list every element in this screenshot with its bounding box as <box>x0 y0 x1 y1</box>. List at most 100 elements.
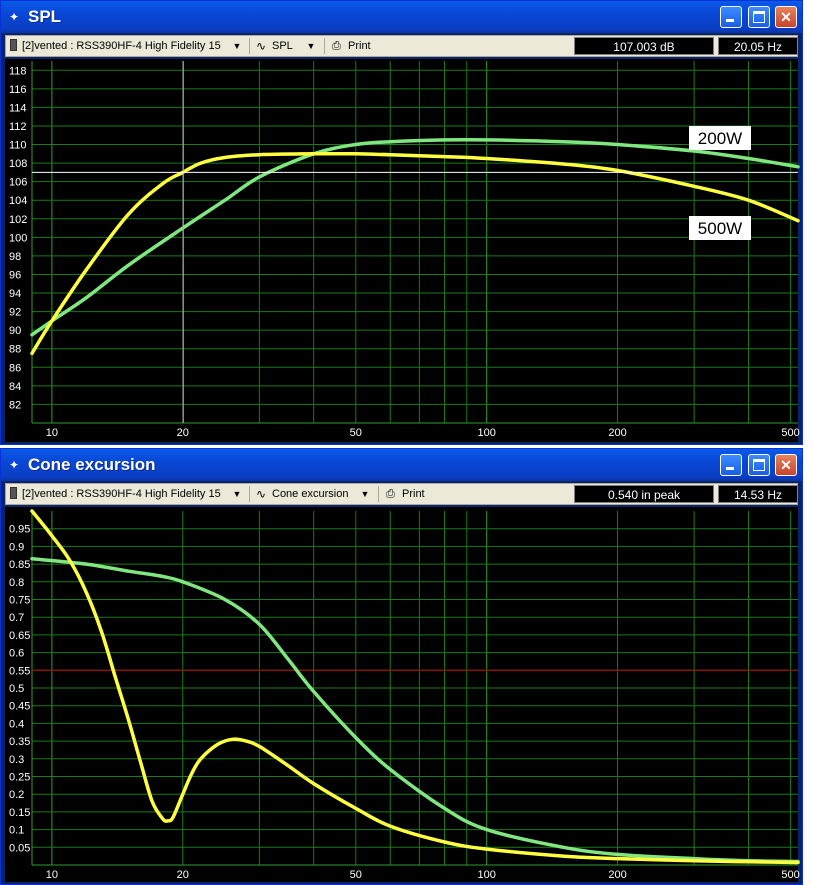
y-tick-label: 0.7 <box>9 612 24 624</box>
window-menu-icon[interactable]: ✦ <box>9 458 19 472</box>
y-tick-label: 82 <box>9 399 21 411</box>
print-button[interactable]: Print <box>402 485 425 503</box>
toolbar-divider <box>249 38 250 54</box>
driver-select[interactable]: [2]vented : RSS390HF-4 High Fidelity 15 <box>22 485 221 503</box>
y-tick-label: 106 <box>9 177 27 189</box>
grid-lines <box>31 511 798 865</box>
y-tick-label: 96 <box>9 269 21 281</box>
maximize-button[interactable] <box>748 6 770 28</box>
spl-chart[interactable]: 82 84 86 88 90 92 94 96 98 100 102 104 106 108 110 112 1… <box>5 59 800 442</box>
curve-icon: ∿ <box>256 39 267 53</box>
y-tick-label: 104 <box>9 195 27 207</box>
y-tick-label: 112 <box>9 121 27 133</box>
driver-select[interactable]: [2]vented : RSS390HF-4 High Fidelity 15 <box>22 37 221 55</box>
y-tick-label: 92 <box>9 307 21 319</box>
cone-excursion-chart[interactable]: 0.05 0.1 0.15 0.2 0.25 0.3 0.35 0.4 0.45 0.5 0.55 0… <box>5 507 800 882</box>
y-tick-label: 116 <box>9 84 27 96</box>
value-readout: 107.003 dB <box>574 37 714 55</box>
y-tick-label: 0.4 <box>9 718 24 730</box>
y-tick-label: 0.35 <box>9 736 30 748</box>
cone-toolbar: [2]vented : RSS390HF-4 High Fidelity 15 … <box>5 483 798 505</box>
y-tick-label: 0.25 <box>9 772 30 784</box>
y-tick-label: 118 <box>9 65 27 77</box>
y-tick-label: 0.75 <box>9 595 30 607</box>
y-tick-label: 98 <box>9 251 21 263</box>
view-dropdown-icon[interactable]: ▼ <box>304 37 318 55</box>
view-dropdown-icon[interactable]: ▼ <box>358 485 372 503</box>
close-button[interactable]: ✕ <box>775 6 797 28</box>
frequency-readout: 20.05 Hz <box>718 37 798 55</box>
x-tick-label: 20 <box>177 869 189 881</box>
y-tick-label: 0.8 <box>9 577 24 589</box>
curve-icon: ∿ <box>256 487 267 501</box>
y-tick-label: 0.05 <box>9 842 30 854</box>
spl-titlebar[interactable]: ✦ SPL ✕ <box>1 1 802 33</box>
maximize-icon <box>753 459 765 471</box>
y-tick-label: 0.55 <box>9 665 30 677</box>
close-icon: ✕ <box>780 457 792 473</box>
cone-window: ✦ Cone excursion ✕ [2]vented : RSS390HF-… <box>0 448 803 885</box>
y-tick-label: 100 <box>9 232 27 244</box>
window-title: Cone excursion <box>28 455 156 474</box>
annotation-label: 500W <box>698 219 742 238</box>
maximize-icon <box>753 11 765 23</box>
y-tick-label: 110 <box>9 140 27 152</box>
toolbar-divider <box>378 486 379 502</box>
x-tick-label: 100 <box>478 427 496 439</box>
driver-icon <box>10 487 17 499</box>
x-tick-label: 500 <box>781 427 799 439</box>
spl-window: ✦ SPL ✕ [2]vented : RSS390HF-4 High Fide… <box>0 0 803 445</box>
y-tick-label: 94 <box>9 288 21 300</box>
x-tick-label: 50 <box>350 427 362 439</box>
x-tick-label: 500 <box>781 869 799 881</box>
y-tick-label: 90 <box>9 325 21 337</box>
driver-dropdown-icon[interactable]: ▼ <box>230 37 244 55</box>
driver-dropdown-icon[interactable]: ▼ <box>230 485 244 503</box>
frequency-readout: 14.53 Hz <box>718 485 798 503</box>
series-line-green <box>30 557 800 864</box>
toolbar-divider <box>324 38 325 54</box>
maximize-button[interactable] <box>748 454 770 476</box>
y-tick-label: 0.65 <box>9 630 30 642</box>
y-tick-label: 0.9 <box>9 541 24 553</box>
x-tick-label: 50 <box>350 869 362 881</box>
minimize-button[interactable] <box>720 454 742 476</box>
cone-titlebar[interactable]: ✦ Cone excursion ✕ <box>1 449 802 481</box>
x-tick-label: 20 <box>177 427 189 439</box>
x-tick-label: 200 <box>608 869 626 881</box>
spl-plot-area[interactable]: 82 84 86 88 90 92 94 96 98 100 102 104 106 108 110 112 1… <box>5 59 800 442</box>
y-tick-label: 0.85 <box>9 559 30 571</box>
minimize-icon <box>726 467 734 470</box>
close-icon: ✕ <box>780 9 792 25</box>
y-tick-label: 88 <box>9 344 21 356</box>
cone-plot-area[interactable]: 0.05 0.1 0.15 0.2 0.25 0.3 0.35 0.4 0.45 0.5 0.55 0… <box>5 507 800 882</box>
window-title: SPL <box>28 7 62 26</box>
x-tick-label: 10 <box>46 869 58 881</box>
grid-lines <box>31 61 798 423</box>
print-button[interactable]: Print <box>348 37 371 55</box>
y-tick-label: 114 <box>9 102 27 114</box>
y-tick-label: 0.15 <box>9 807 30 819</box>
y-tick-label: 0.2 <box>9 789 24 801</box>
window-menu-icon[interactable]: ✦ <box>9 10 19 24</box>
minimize-button[interactable] <box>720 6 742 28</box>
view-select[interactable]: SPL <box>272 37 293 55</box>
minimize-icon <box>726 19 734 22</box>
spl-toolbar: [2]vented : RSS390HF-4 High Fidelity 15 … <box>5 35 798 57</box>
printer-icon: ⎙ <box>332 40 341 52</box>
x-tick-label: 100 <box>478 869 496 881</box>
driver-icon <box>10 39 17 51</box>
printer-icon: ⎙ <box>386 488 395 500</box>
y-tick-label: 0.3 <box>9 754 24 766</box>
y-tick-label: 0.45 <box>9 701 30 713</box>
annotation-label: 200W <box>698 129 742 148</box>
y-tick-label: 108 <box>9 158 27 170</box>
value-readout: 0.540 in peak <box>574 485 714 503</box>
y-tick-label: 102 <box>9 214 27 226</box>
y-tick-label: 0.1 <box>9 825 24 837</box>
y-tick-label: 0.5 <box>9 683 24 695</box>
toolbar-divider <box>249 486 250 502</box>
view-select[interactable]: Cone excursion <box>272 485 348 503</box>
y-tick-label: 0.95 <box>9 524 30 536</box>
close-button[interactable]: ✕ <box>775 454 797 476</box>
